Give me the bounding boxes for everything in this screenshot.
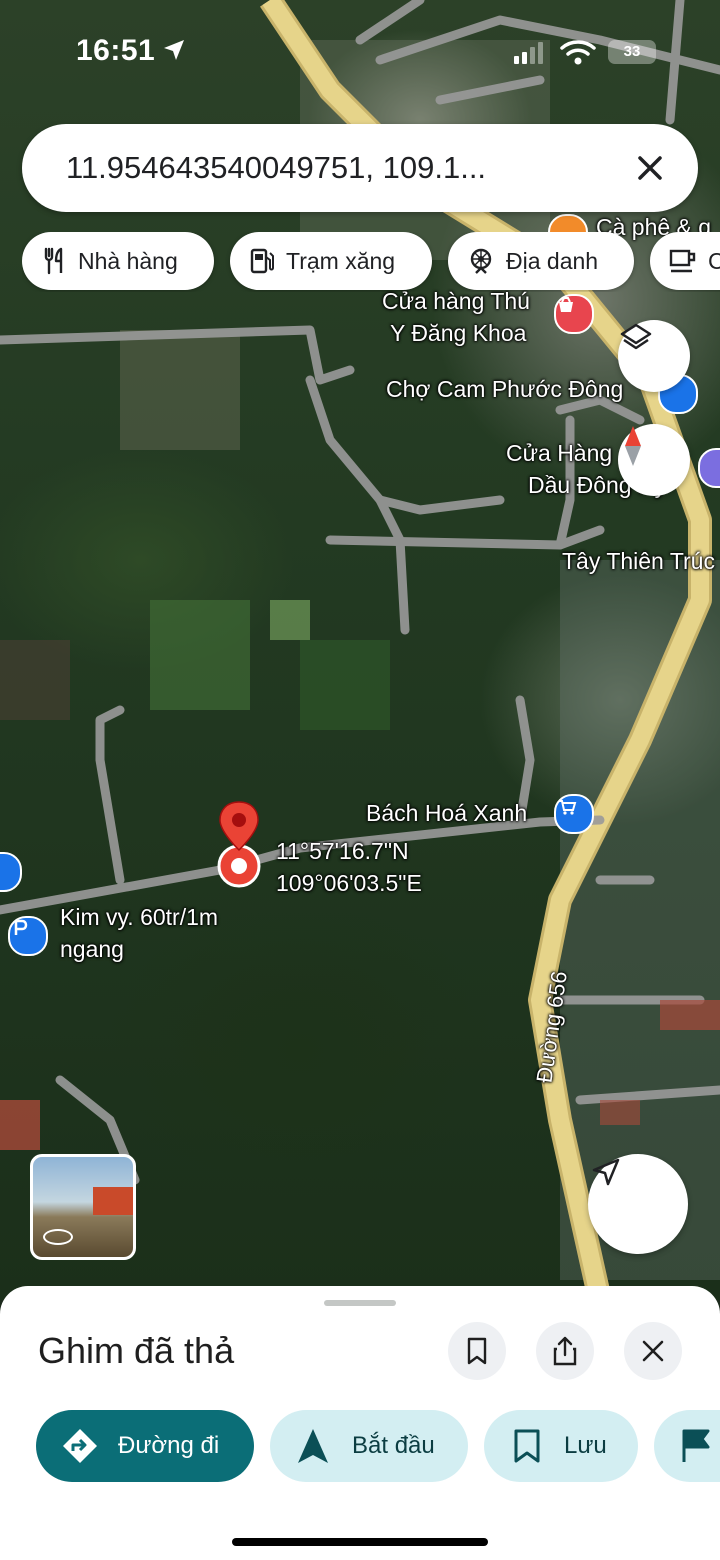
battery-indicator: 33 bbox=[608, 40, 656, 64]
street-view-360-icon bbox=[43, 1229, 73, 1245]
grocery-label[interactable]: Bách Hoá Xanh bbox=[366, 800, 527, 827]
location-arrow-icon bbox=[592, 1158, 620, 1186]
gas-station-icon bbox=[250, 248, 274, 274]
place-bottom-sheet[interactable]: Ghim đã thả Đường đi Bắt đầu Lưu bbox=[0, 1286, 720, 1560]
category-chips: Nhà hàng Trạm xăng Địa danh C bbox=[22, 232, 720, 292]
chip-landmarks[interactable]: Địa danh bbox=[448, 232, 634, 290]
chip-landmarks-label: Địa danh bbox=[506, 247, 599, 274]
parking-label-line1[interactable]: Kim vy. 60tr/1m bbox=[60, 904, 218, 931]
chip-coffee[interactable]: C bbox=[650, 232, 720, 290]
compass-button[interactable] bbox=[618, 424, 690, 496]
share-icon bbox=[553, 1336, 577, 1366]
share-button[interactable] bbox=[536, 1322, 594, 1380]
save-bookmark-icon bbox=[514, 1429, 540, 1463]
save-label: Lưu bbox=[564, 1432, 607, 1459]
parking-poi-icon[interactable] bbox=[8, 916, 48, 956]
chip-gas-stations[interactable]: Trạm xăng bbox=[230, 232, 432, 290]
street-view-thumbnail[interactable] bbox=[30, 1154, 136, 1260]
chip-gas-stations-label: Trạm xăng bbox=[286, 247, 396, 274]
sheet-title: Ghim đã thả bbox=[38, 1330, 235, 1371]
navigation-start-icon bbox=[298, 1429, 328, 1463]
coffee-icon bbox=[669, 249, 696, 273]
close-sheet-button[interactable] bbox=[624, 1322, 682, 1380]
home-indicator[interactable] bbox=[232, 1538, 488, 1546]
sheet-drag-handle[interactable] bbox=[324, 1300, 396, 1306]
building-shape bbox=[93, 1187, 133, 1215]
action-buttons-row: Đường đi Bắt đầu Lưu bbox=[0, 1410, 720, 1484]
pin-longitude-label: 109°06'03.5"E bbox=[276, 870, 422, 896]
restaurant-icon bbox=[44, 247, 63, 275]
vet-store-label-line2[interactable]: Y Đăng Khoa bbox=[390, 320, 526, 347]
temple-label[interactable]: Tây Thiên Trúc bbox=[562, 548, 715, 575]
directions-icon bbox=[63, 1429, 97, 1463]
chip-coffee-label: C bbox=[708, 247, 720, 274]
chip-restaurants[interactable]: Nhà hàng bbox=[22, 232, 214, 290]
my-location-button[interactable] bbox=[588, 1154, 688, 1254]
wifi-icon bbox=[560, 40, 596, 65]
search-input[interactable]: 11.954643540049751, 109.1... bbox=[66, 150, 566, 186]
vet-store-poi-icon[interactable] bbox=[554, 294, 594, 334]
signal-icon bbox=[514, 42, 543, 64]
close-icon bbox=[642, 1340, 664, 1362]
dropped-pin-icon[interactable] bbox=[214, 798, 264, 894]
label-flag-button[interactable] bbox=[654, 1410, 720, 1482]
compass-icon bbox=[625, 426, 641, 466]
bookmark-icon bbox=[467, 1337, 487, 1365]
grocery-poi-icon[interactable] bbox=[554, 794, 594, 834]
status-bar: 16:51 33 bbox=[0, 34, 720, 74]
location-services-icon bbox=[164, 40, 184, 60]
start-button[interactable]: Bắt đầu bbox=[270, 1410, 468, 1482]
flag-icon bbox=[682, 1429, 710, 1462]
clear-search-icon[interactable] bbox=[628, 146, 672, 190]
status-time: 16:51 bbox=[76, 34, 156, 67]
pin-latitude-label: 11°57'16.7"N bbox=[276, 838, 409, 864]
save-button[interactable]: Lưu bbox=[484, 1410, 638, 1482]
landmark-icon bbox=[470, 248, 492, 274]
save-bookmark-button[interactable] bbox=[448, 1322, 506, 1380]
fuel-store-label-line1[interactable]: Cửa Hàng bbox=[506, 440, 612, 467]
directions-button[interactable]: Đường đi bbox=[36, 1410, 254, 1482]
chip-restaurants-label: Nhà hàng bbox=[78, 247, 178, 274]
market-label[interactable]: Chợ Cam Phước Đông bbox=[386, 376, 623, 403]
search-bar[interactable]: 11.954643540049751, 109.1... bbox=[22, 124, 698, 212]
parking-label-line2[interactable]: ngang bbox=[60, 936, 124, 963]
start-label: Bắt đầu bbox=[352, 1432, 435, 1459]
directions-label: Đường đi bbox=[118, 1432, 220, 1459]
layers-icon bbox=[620, 323, 652, 350]
vet-store-label-line1[interactable]: Cửa hàng Thú bbox=[382, 288, 530, 315]
layers-button[interactable] bbox=[618, 320, 690, 392]
